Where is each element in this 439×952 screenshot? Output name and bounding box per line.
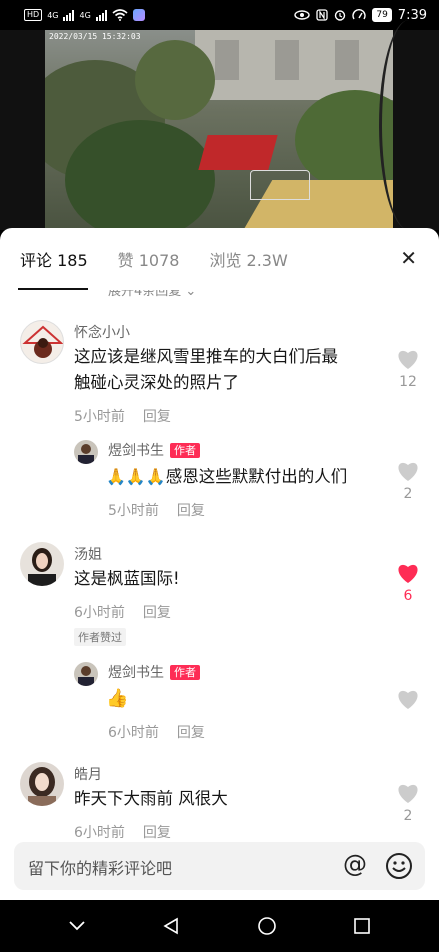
comment-username[interactable]: 皓月 [74, 764, 102, 784]
reply-username[interactable]: 煜剑书生 作者 [108, 662, 200, 682]
video-letterbox-left [0, 30, 45, 230]
like-button[interactable] [395, 688, 421, 714]
signal-bars-icon [63, 9, 75, 21]
reply-button[interactable]: 回复 [143, 409, 171, 425]
pray-emoji-icon: 🙏🙏🙏 [106, 467, 166, 486]
reply-button[interactable]: 回复 [177, 725, 205, 741]
reply-button[interactable]: 回复 [143, 605, 171, 621]
like-button[interactable]: 12 [395, 348, 421, 390]
tab-comments[interactable]: 评论 185 [20, 247, 88, 271]
comment-time: 6小时前 [74, 605, 125, 621]
avatar[interactable] [20, 320, 64, 364]
video-player[interactable]: 2022/03/15 15:32:03 [45, 30, 393, 230]
reply-meta: 5小时前 回复 [108, 500, 223, 520]
like-button[interactable]: 2 [395, 460, 421, 502]
like-count: 2 [403, 486, 413, 502]
video-letterbox-right [379, 20, 439, 230]
reply-text: 👍 [106, 686, 128, 712]
wifi-icon [112, 9, 128, 21]
comment-meta: 6小时前 回复 [74, 822, 189, 840]
heart-icon [398, 462, 418, 481]
status-bar: HD 4G 4G 79 7:39 [0, 0, 439, 30]
author-liked-badge: 作者赞过 [74, 628, 126, 646]
comment-sheet: 评论 185 赞 1078 浏览 2.3W ✕ 展开4条回复 ⌄ 怀念小小 这应… [0, 228, 439, 900]
avatar[interactable] [74, 440, 98, 464]
recents-icon[interactable] [353, 917, 371, 935]
reply-button[interactable]: 回复 [177, 503, 205, 519]
speed-icon [352, 9, 367, 20]
comment-text: 这是枫蓝国际! [74, 569, 180, 588]
author-badge: 作者 [170, 443, 200, 458]
heart-icon [398, 784, 418, 803]
system-nav-bar [0, 900, 439, 952]
tab-views[interactable]: 浏览 2.3W [209, 247, 287, 271]
like-count: 12 [399, 374, 417, 390]
reply-meta: 6小时前 回复 [108, 722, 223, 742]
like-count: 2 [403, 808, 413, 824]
comment-time: 5小时前 [74, 409, 125, 425]
signal-icon-2: 4G [79, 10, 91, 20]
like-button[interactable]: 6 [395, 562, 421, 604]
reply-username[interactable]: 煜剑书生 作者 [108, 440, 200, 460]
comment-text: 昨天下大雨前 风很大 [74, 789, 228, 808]
author-badge: 作者 [170, 665, 200, 680]
avatar[interactable] [74, 662, 98, 686]
video-timestamp: 2022/03/15 15:32:03 [49, 32, 141, 41]
emoji-icon[interactable] [385, 852, 413, 880]
heart-icon [398, 690, 418, 709]
comment-input[interactable]: 留下你的精彩评论吧 @ [14, 842, 425, 890]
eye-icon [294, 10, 311, 20]
battery-icon: 79 [372, 8, 392, 22]
heart-filled-icon [398, 564, 418, 583]
nfc-icon [316, 9, 328, 21]
reply-time: 5小时前 [108, 503, 159, 519]
alarm-icon [335, 10, 346, 21]
like-count: 6 [403, 588, 413, 604]
close-button[interactable]: ✕ [400, 246, 417, 270]
back-icon[interactable] [162, 917, 180, 935]
comment-list[interactable]: 展开4条回复 ⌄ 怀念小小 这应该是继风雪里推车的大白们后最 触碰心灵深处的照片… [0, 290, 439, 840]
signal-icon: 4G [47, 10, 59, 20]
comment-text: 这应该是继风雪里推车的大白们后最 触碰心灵深处的照片了 [74, 347, 338, 392]
comment-tabs: 评论 185 赞 1078 浏览 2.3W ✕ [0, 228, 439, 290]
thumbs-up-emoji-icon: 👍 [106, 688, 129, 709]
expand-replies-link[interactable]: 展开4条回复 ⌄ [108, 290, 196, 299]
home-icon[interactable] [257, 916, 277, 936]
reply-text: 🙏🙏🙏感恩这些默默付出的人们 [106, 467, 348, 486]
avatar[interactable] [20, 542, 64, 586]
like-button[interactable]: 2 [395, 782, 421, 824]
screen: HD 4G 4G 79 7:39 2022/03/15 15:32:03 评论 … [0, 0, 439, 952]
reply-button[interactable]: 回复 [143, 825, 171, 840]
comment-username[interactable]: 怀念小小 [74, 322, 130, 342]
comment-input-placeholder: 留下你的精彩评论吧 [28, 859, 173, 878]
tab-likes[interactable]: 赞 1078 [118, 247, 180, 271]
comment-meta: 6小时前 回复 [74, 602, 189, 622]
at-mention-icon[interactable]: @ [343, 850, 367, 878]
reply-time: 6小时前 [108, 725, 159, 741]
avatar[interactable] [20, 762, 64, 806]
signal-bars-icon-2 [95, 9, 107, 21]
heart-icon [398, 350, 418, 369]
comment-meta: 5小时前 回复 [74, 406, 189, 426]
app-notification-icon [132, 9, 145, 21]
hide-keyboard-icon[interactable] [68, 920, 86, 932]
comment-username[interactable]: 汤姐 [74, 544, 102, 564]
hd-badge: HD [24, 9, 43, 21]
comment-time: 6小时前 [74, 825, 125, 840]
